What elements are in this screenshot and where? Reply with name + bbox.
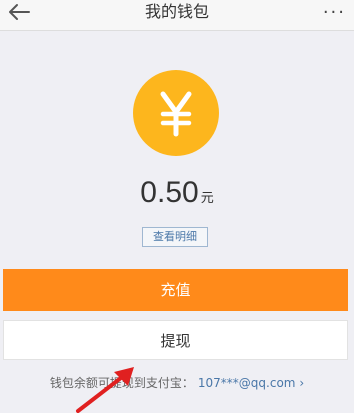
chevron-right-icon: ›: [299, 376, 305, 390]
view-details-button[interactable]: 查看明细: [142, 227, 208, 247]
annotation-arrow-icon: [76, 367, 134, 413]
header-bar: 我的钱包 ···: [0, 0, 354, 31]
balance-amount: 0.50: [140, 176, 199, 209]
more-button[interactable]: ···: [323, 0, 346, 24]
yuan-symbol-icon: [160, 91, 192, 137]
withdraw-button[interactable]: 提现: [3, 320, 348, 360]
page-title: 我的钱包: [144, 2, 209, 21]
yuan-coin-icon: [133, 70, 219, 156]
withdraw-info: 钱包余额可提现到支付宝： 107***@qq.com ›: [0, 374, 354, 392]
balance-unit: 元: [200, 191, 214, 206]
alipay-account: 107***@qq.com: [197, 376, 296, 390]
recharge-button[interactable]: 充值: [3, 269, 348, 311]
balance-display: 0.50 元: [0, 173, 354, 213]
alipay-account-link[interactable]: 107***@qq.com ›: [198, 376, 304, 390]
wallet-page: 我的钱包 ··· 0.50 元 查看明细 充值 提现 钱包余额可提现到支付宝： 10…: [0, 0, 354, 413]
